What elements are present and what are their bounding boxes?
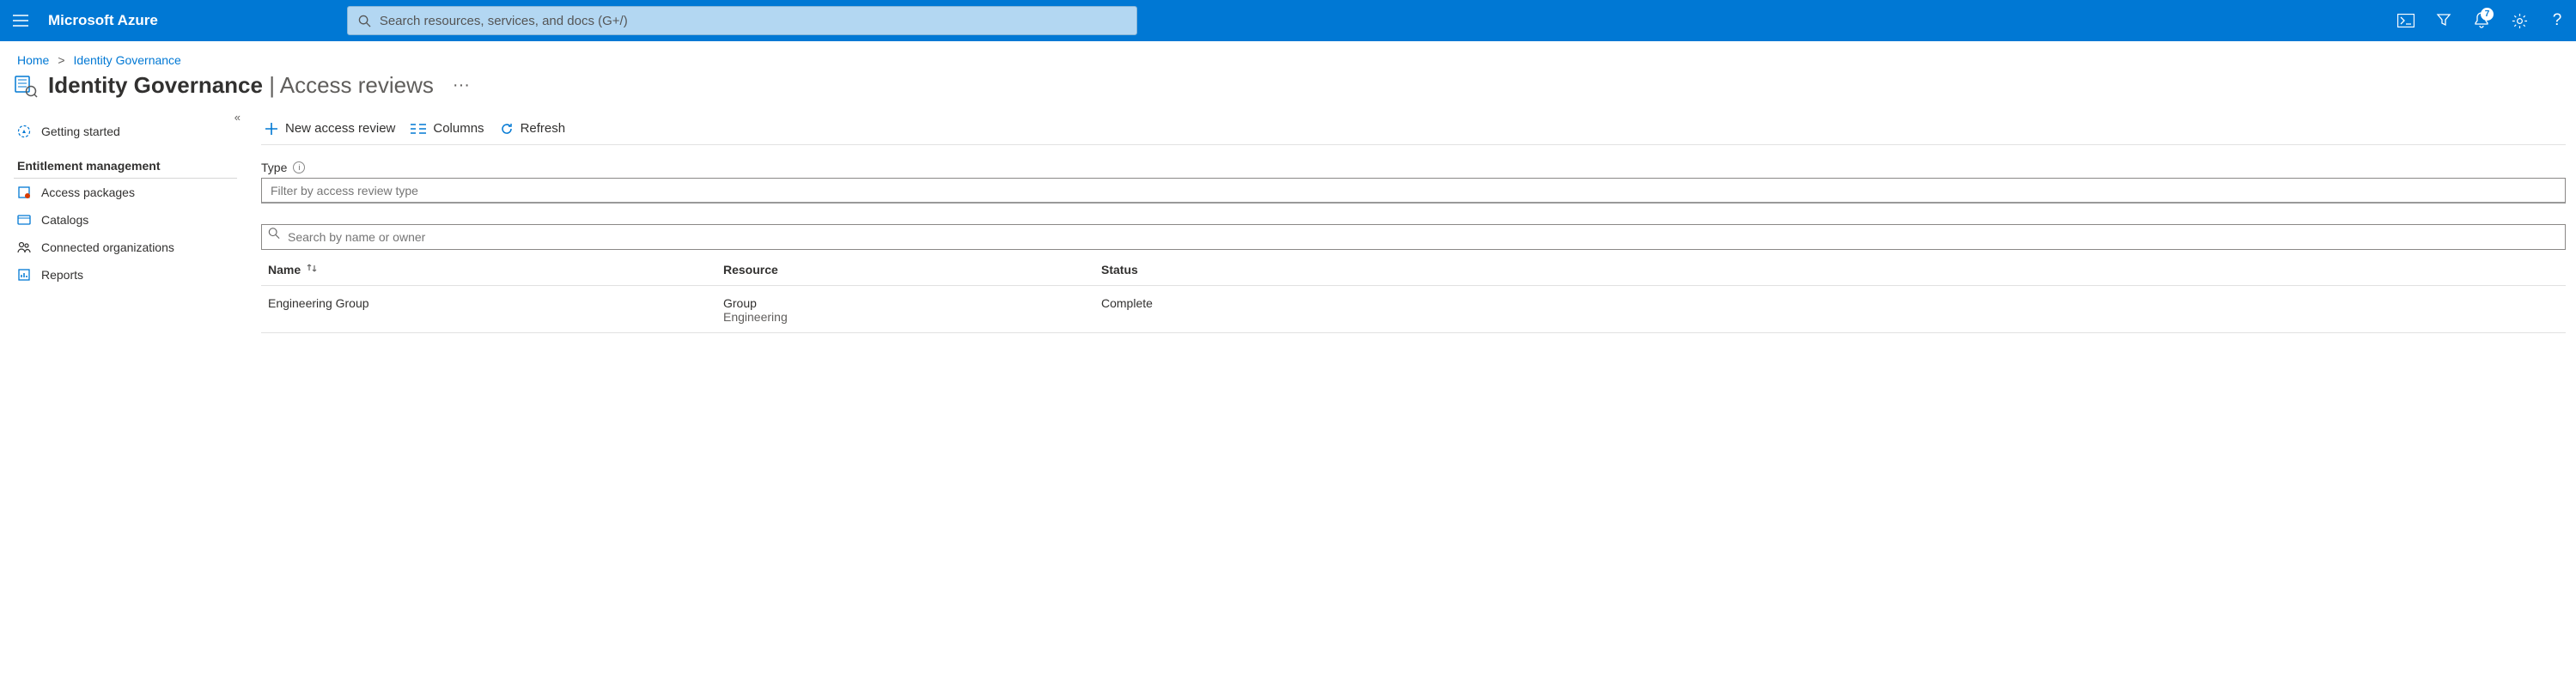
sidebar-item-connected-orgs[interactable]: Connected organizations bbox=[14, 234, 249, 261]
search-wrap bbox=[175, 6, 2387, 35]
cell-status: Complete bbox=[1101, 296, 2559, 310]
compass-icon bbox=[17, 125, 31, 138]
refresh-button[interactable]: Refresh bbox=[500, 121, 566, 136]
breadcrumb-separator: > bbox=[58, 53, 64, 67]
search-icon bbox=[358, 15, 371, 27]
directories-button[interactable] bbox=[2425, 0, 2463, 41]
col-status-header[interactable]: Status bbox=[1101, 263, 2559, 277]
cell-resource-line1: Group bbox=[723, 296, 1101, 310]
breadcrumb-identity-governance[interactable]: Identity Governance bbox=[74, 53, 181, 67]
page-title-main: Identity Governance bbox=[48, 72, 263, 98]
btn-label: Refresh bbox=[521, 121, 566, 136]
col-name-header[interactable]: Name bbox=[268, 263, 301, 277]
columns-button[interactable]: Columns bbox=[411, 121, 484, 136]
sidebar-item-label: Getting started bbox=[41, 125, 120, 138]
table-row[interactable]: Engineering Group Group Engineering Comp… bbox=[261, 286, 2566, 333]
plus-icon bbox=[265, 122, 278, 136]
btn-label: New access review bbox=[285, 121, 395, 136]
breadcrumb-home[interactable]: Home bbox=[17, 53, 49, 67]
type-label: Type bbox=[261, 161, 287, 174]
identity-governance-icon bbox=[14, 74, 38, 98]
sidebar-item-getting-started[interactable]: Getting started bbox=[14, 118, 249, 145]
more-actions-button[interactable]: ··· bbox=[453, 76, 470, 95]
sidebar-item-access-packages[interactable]: Access packages bbox=[14, 179, 249, 206]
cell-name: Engineering Group bbox=[268, 296, 723, 310]
page-title: Identity Governance | Access reviews bbox=[48, 72, 434, 99]
filter-icon bbox=[2436, 13, 2451, 28]
main-content: New access review Columns Refresh Type i bbox=[249, 107, 2576, 333]
col-resource-header[interactable]: Resource bbox=[723, 263, 1101, 277]
cloud-shell-icon bbox=[2397, 14, 2415, 27]
breadcrumb: Home > Identity Governance bbox=[0, 41, 2576, 70]
btn-label: Columns bbox=[433, 121, 484, 136]
sidebar-item-label: Access packages bbox=[41, 185, 135, 199]
sort-icon[interactable] bbox=[306, 262, 318, 277]
sidebar-item-label: Connected organizations bbox=[41, 240, 174, 254]
page-title-sub: Access reviews bbox=[280, 72, 434, 98]
menu-toggle-button[interactable] bbox=[0, 0, 41, 41]
top-header: Microsoft Azure 7 ? bbox=[0, 0, 2576, 41]
settings-button[interactable] bbox=[2500, 0, 2538, 41]
sidebar-item-label: Catalogs bbox=[41, 213, 88, 227]
cloud-shell-button[interactable] bbox=[2387, 0, 2425, 41]
command-bar: New access review Columns Refresh bbox=[261, 116, 2566, 145]
help-button[interactable]: ? bbox=[2538, 0, 2576, 41]
brand-label[interactable]: Microsoft Azure bbox=[41, 12, 175, 29]
notifications-button[interactable]: 7 bbox=[2463, 0, 2500, 41]
report-icon bbox=[17, 268, 31, 282]
table-header: Name Resource Status bbox=[261, 250, 2566, 286]
notification-badge: 7 bbox=[2481, 8, 2494, 21]
global-search-input[interactable] bbox=[380, 14, 1126, 28]
package-icon bbox=[17, 185, 31, 199]
gear-icon bbox=[2512, 13, 2528, 29]
type-filter-input[interactable] bbox=[261, 178, 2566, 204]
collapse-sidebar-button[interactable]: « bbox=[234, 111, 241, 124]
search-icon bbox=[268, 228, 280, 244]
page-title-row: Identity Governance | Access reviews ··· bbox=[0, 70, 2576, 107]
catalog-icon bbox=[17, 213, 31, 227]
people-icon bbox=[17, 240, 31, 254]
sidebar-item-reports[interactable]: Reports bbox=[14, 261, 249, 289]
global-search[interactable] bbox=[347, 6, 1137, 35]
header-icons: 7 ? bbox=[2387, 0, 2576, 41]
new-access-review-button[interactable]: New access review bbox=[265, 121, 395, 136]
name-owner-search-input[interactable] bbox=[261, 224, 2566, 250]
refresh-icon bbox=[500, 122, 514, 136]
sidebar-section-entitlement: Entitlement management bbox=[14, 145, 237, 179]
sidebar-item-catalogs[interactable]: Catalogs bbox=[14, 206, 249, 234]
hamburger-icon bbox=[13, 15, 28, 27]
sidebar-item-label: Reports bbox=[41, 268, 83, 282]
sidebar: « Getting started Entitlement management… bbox=[0, 107, 249, 333]
cell-resource-line2: Engineering bbox=[723, 310, 1101, 324]
help-icon: ? bbox=[2553, 11, 2562, 30]
columns-icon bbox=[411, 123, 426, 135]
info-icon[interactable]: i bbox=[293, 161, 305, 173]
